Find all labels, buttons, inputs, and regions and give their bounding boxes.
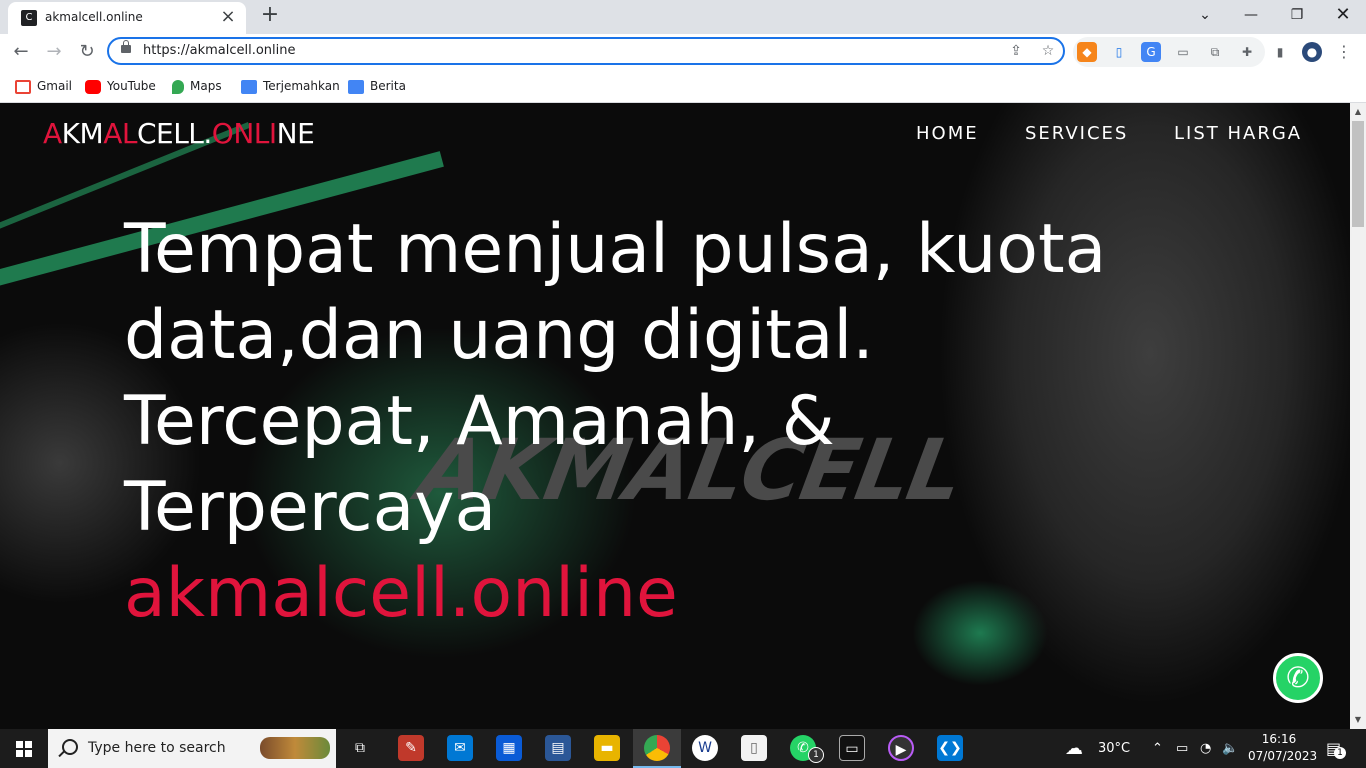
new-tab-icon[interactable]: + [258, 4, 282, 28]
tab-title: akmalcell.online [45, 10, 143, 24]
profile-avatar[interactable]: ● [1302, 42, 1322, 62]
share-icon[interactable]: ⇪ [1007, 42, 1025, 60]
minimize-icon[interactable]: — [1228, 0, 1274, 30]
word-viewer-icon[interactable]: W [692, 735, 718, 761]
bookmark-berita[interactable]: Berita [348, 76, 406, 96]
media-player-icon[interactable]: ▶ [888, 735, 914, 761]
cast-icon[interactable]: ▭ [1173, 42, 1193, 62]
gmail-icon [15, 79, 31, 94]
chrome-icon [644, 735, 670, 761]
tray-chevron-up-icon[interactable]: ⌃ [1152, 729, 1163, 768]
clock-time: 16:16 [1261, 732, 1297, 746]
forward-icon[interactable]: → [42, 40, 66, 64]
store-app-icon[interactable]: ▦ [496, 735, 522, 761]
lock-icon[interactable] [121, 40, 131, 53]
scrollbar-thumb[interactable] [1352, 121, 1364, 227]
terminal-icon[interactable]: ▭ [839, 735, 865, 761]
site-favicon-icon: C [21, 10, 37, 26]
taskbar-search-placeholder: Type here to search [88, 740, 226, 756]
taskbar-clock[interactable]: 16:16 07/07/2023 [1248, 731, 1318, 765]
hero-heading: Tempat menjual pulsa, kuota data,dan uan… [124, 207, 1224, 637]
weather-cloud-icon[interactable]: ☁ [1065, 729, 1083, 768]
extensions-area: ◆ ▯ G ▭ ⧉ ✚ [1073, 37, 1265, 67]
menu-kebab-icon[interactable]: ⋮ [1334, 42, 1354, 62]
scroll-down-icon[interactable]: ▼ [1350, 713, 1366, 727]
windows-taskbar: Type here to search ⧉ ✎ ✉ ▦ ▤ ▬ W ▯ ✆ 1 … [0, 729, 1366, 768]
address-url[interactable]: https://akmalcell.online [143, 43, 296, 58]
search-highlight-image [260, 737, 330, 759]
bookmarks-bar: Gmail YouTube Maps Terjemahkan Berita [0, 70, 1366, 103]
tab-close-icon[interactable]: × [218, 7, 238, 27]
address-bar[interactable]: https://akmalcell.online ⇪ ☆ [107, 37, 1065, 65]
news-icon [348, 79, 364, 94]
hero-line: Terpercaya [124, 468, 497, 547]
extension-copy-icon[interactable]: ⧉ [1205, 42, 1225, 62]
translate-extension-icon[interactable]: G [1141, 42, 1161, 62]
maps-icon [172, 79, 184, 94]
extension-doc-icon[interactable]: ▯ [1109, 42, 1129, 62]
hero-accent-domain: akmalcell.online [124, 554, 678, 633]
task-view-icon[interactable]: ⧉ [347, 735, 373, 761]
taskbar-search-box[interactable]: Type here to search [48, 729, 336, 768]
close-window-icon[interactable]: ✕ [1320, 0, 1366, 30]
bookmark-maps[interactable]: Maps [172, 76, 222, 96]
whatsapp-float-button[interactable] [1273, 653, 1323, 703]
search-icon [62, 739, 78, 755]
wifi-icon[interactable]: ◔ [1200, 729, 1211, 768]
vscode-icon[interactable]: ❮❯ [937, 735, 963, 761]
hero-line: data,dan uang digital. [124, 296, 874, 375]
weather-temperature[interactable]: 30°C [1098, 729, 1130, 768]
metamask-icon[interactable]: ◆ [1077, 42, 1097, 62]
windows-start-icon[interactable] [16, 741, 32, 757]
notification-count-badge: 1 [1334, 747, 1346, 759]
battery-icon[interactable]: ▭ [1176, 729, 1188, 768]
translate-icon [241, 79, 257, 94]
restore-icon[interactable]: ❐ [1274, 0, 1320, 30]
file-explorer-icon[interactable]: ▬ [594, 735, 620, 761]
nav-services[interactable]: SERVICES [1025, 123, 1128, 144]
site-logo[interactable]: AKMALCELL.ONLINE [43, 117, 315, 150]
document-icon[interactable]: ▯ [741, 735, 767, 761]
extensions-puzzle-icon[interactable]: ✚ [1237, 42, 1257, 62]
paint-app-icon[interactable]: ✎ [398, 735, 424, 761]
page-scrollbar[interactable]: ▲ ▼ [1350, 103, 1366, 729]
side-panel-icon[interactable]: ▮ [1270, 42, 1290, 62]
back-icon[interactable]: ← [9, 40, 33, 64]
python-file-icon[interactable]: ▤ [545, 735, 571, 761]
hero-line: Tempat menjual pulsa, kuota [124, 210, 1107, 289]
bookmark-terjemahkan[interactable]: Terjemahkan [241, 76, 340, 96]
nav-home[interactable]: HOME [916, 123, 979, 144]
bookmark-star-icon[interactable]: ☆ [1039, 42, 1057, 60]
browser-tab[interactable]: C akmalcell.online × [8, 2, 246, 34]
bookmark-youtube[interactable]: YouTube [85, 76, 156, 96]
reload-icon[interactable]: ↻ [75, 40, 99, 64]
browser-toolbar: ← → ↻ https://akmalcell.online ⇪ ☆ ◆ ▯ G… [0, 34, 1366, 70]
clock-date: 07/07/2023 [1248, 749, 1318, 763]
youtube-icon [85, 79, 101, 94]
whatsapp-badge: 1 [808, 747, 824, 763]
chrome-taskbar-active[interactable] [633, 729, 681, 768]
scroll-up-icon[interactable]: ▲ [1350, 105, 1366, 119]
hero-line: Tercepat, Amanah, & [124, 382, 835, 461]
bookmark-gmail[interactable]: Gmail [15, 76, 72, 96]
webpage-hero: AKMALCELL AKMALCELL.ONLINE HOME SERVICES… [0, 103, 1350, 729]
volume-icon[interactable]: 🔈 [1222, 729, 1238, 768]
nav-list-harga[interactable]: LIST HARGA [1174, 123, 1302, 144]
tab-strip: C akmalcell.online × + ⌄ — ❐ ✕ [0, 0, 1366, 34]
tab-search-icon[interactable]: ⌄ [1182, 0, 1228, 30]
mail-app-icon[interactable]: ✉ [447, 735, 473, 761]
